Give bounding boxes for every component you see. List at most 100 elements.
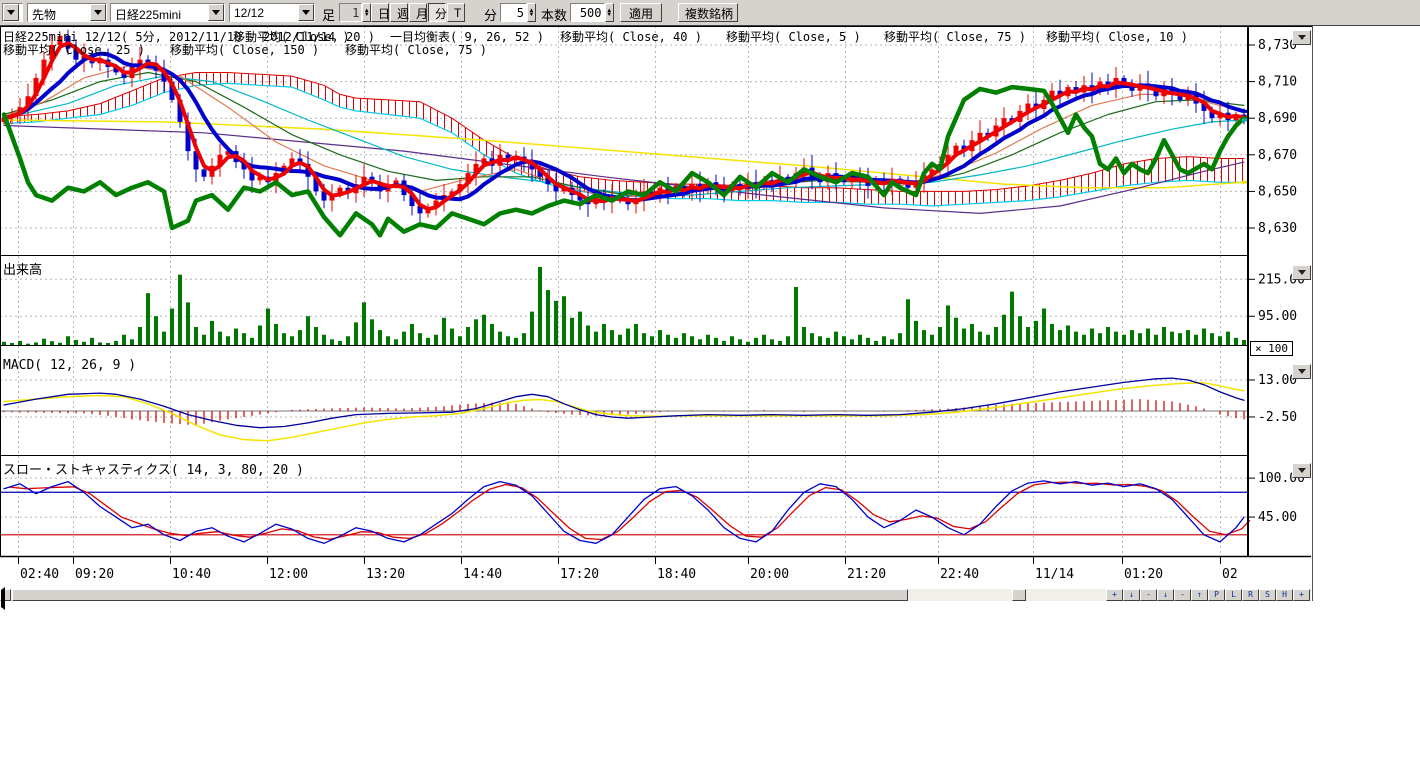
volume-bar: [618, 335, 622, 346]
minute-input[interactable]: [500, 3, 527, 22]
mini-button-1[interactable]: ↓: [1123, 589, 1140, 601]
price-axis-label: 8,670: [1258, 148, 1297, 163]
volume-bar: [394, 339, 398, 345]
legend-ma5: 移動平均( Close, 5 ): [726, 28, 861, 45]
volume-bar: [210, 321, 214, 346]
mini-button-5[interactable]: ↑: [1191, 589, 1208, 601]
price-panel-dropdown-button[interactable]: [1292, 30, 1311, 45]
x-axis-label: 14:40: [463, 567, 502, 582]
bars-input[interactable]: [570, 3, 605, 22]
volume-bar: [1138, 333, 1142, 345]
volume-bar: [690, 336, 694, 345]
volume-bar: [954, 318, 958, 346]
volume-bar: [1154, 335, 1158, 346]
volume-bar: [1098, 333, 1102, 345]
scrollbar-thumb[interactable]: [12, 589, 908, 601]
contract-month-select[interactable]: 12/12: [229, 3, 315, 22]
volume-bar: [258, 325, 262, 345]
spinner-arrows-icon[interactable]: ▲▼: [362, 3, 371, 22]
macd-panel-dropdown-button[interactable]: [1292, 364, 1311, 379]
volume-bar: [42, 339, 46, 346]
volume-bar: [1234, 338, 1238, 346]
volume-bar: [546, 290, 550, 345]
volume-bar: [170, 309, 174, 346]
mini-button-2[interactable]: -: [1140, 589, 1157, 601]
volume-bar: [386, 336, 390, 345]
mini-dropdown[interactable]: [2, 3, 23, 22]
volume-bar: [66, 336, 70, 345]
market-select[interactable]: 先物: [27, 3, 107, 22]
volume-bar: [650, 336, 654, 345]
period-minute-button[interactable]: 分: [428, 3, 446, 22]
mini-button-8[interactable]: R: [1242, 589, 1259, 601]
volume-bar: [698, 339, 702, 345]
volume-bar: [722, 341, 726, 346]
x-axis-label: 13:20: [366, 567, 405, 582]
period-tick-button[interactable]: T: [447, 3, 465, 22]
multi-symbol-button[interactable]: 複数銘柄: [678, 3, 738, 22]
scroll-left-button[interactable]: [0, 589, 11, 601]
x-axis-label: 11/14: [1035, 567, 1074, 582]
horizontal-scrollbar[interactable]: +↓-↓-↑PLRSH+: [0, 589, 1311, 601]
scrollbar-splitter[interactable]: [1012, 589, 1026, 601]
stoch-axis-label: 45.00: [1258, 510, 1297, 525]
mini-button-10[interactable]: H: [1276, 589, 1293, 601]
volume-bar: [498, 332, 502, 346]
dropdown-arrow-icon[interactable]: [208, 4, 224, 21]
chart-canvas[interactable]: 8,7308,7108,6908,6708,6508,630215.0095.0…: [0, 26, 1318, 601]
volume-panel-label: 出来高: [3, 259, 42, 278]
mini-button-7[interactable]: L: [1225, 589, 1242, 601]
volume-bar: [306, 316, 310, 345]
mini-button-0[interactable]: +: [1106, 589, 1123, 601]
x-axis-label: 02:40: [20, 567, 59, 582]
volume-bar: [1194, 335, 1198, 346]
volume-bar: [530, 312, 534, 346]
volume-bar: [234, 329, 238, 346]
minute-spinner[interactable]: ▲▼: [500, 3, 536, 22]
volume-bar: [930, 335, 934, 346]
volume-panel-dropdown-button[interactable]: [1292, 265, 1311, 280]
mini-button-11[interactable]: +: [1293, 589, 1310, 601]
volume-bar: [562, 296, 566, 345]
spinner-arrows-icon[interactable]: ▲▼: [605, 3, 615, 22]
period-month-button[interactable]: 月: [409, 3, 427, 22]
dropdown-arrow-icon[interactable]: [90, 4, 106, 21]
arrow-left-icon: [1, 587, 5, 610]
dropdown-arrow-icon[interactable]: [298, 4, 314, 21]
toolbar: 先物 日経225mini 12/12 足 ▲▼ 日 週 月 分 T 分 ▲▼ 本…: [0, 0, 1420, 26]
dropdown-arrow-icon[interactable]: [3, 4, 19, 21]
mini-button-4[interactable]: -: [1174, 589, 1191, 601]
macd-axis-label: -2.50: [1258, 410, 1297, 425]
interval-input[interactable]: [339, 3, 362, 22]
spinner-arrows-icon[interactable]: ▲▼: [527, 3, 536, 22]
volume-bar: [1210, 333, 1214, 345]
period-week-button[interactable]: 週: [390, 3, 408, 22]
volume-bar: [274, 324, 278, 346]
volume-bar: [1042, 309, 1046, 346]
instrument-select[interactable]: 日経225mini: [110, 3, 225, 22]
volume-bar: [802, 327, 806, 345]
mini-button-9[interactable]: S: [1259, 589, 1276, 601]
volume-bar: [970, 324, 974, 346]
bars-spinner[interactable]: ▲▼: [570, 3, 614, 22]
macd-line: [4, 378, 1244, 428]
volume-bar: [762, 335, 766, 346]
volume-bar: [338, 341, 342, 346]
volume-bar: [522, 333, 526, 345]
volume-bar: [570, 318, 574, 346]
interval-spinner[interactable]: ▲▼: [339, 3, 371, 22]
macd-panel-label: MACD( 12, 26, 9 ): [3, 358, 136, 373]
volume-bar: [554, 301, 558, 346]
volume-bar: [90, 338, 94, 346]
stoch-panel-dropdown-button[interactable]: [1292, 463, 1311, 478]
mini-button-3[interactable]: ↓: [1157, 589, 1174, 601]
apply-button[interactable]: 適用: [620, 3, 662, 22]
volume-bar: [1170, 332, 1174, 346]
volume-bar: [1050, 324, 1054, 346]
period-day-button[interactable]: 日: [371, 3, 389, 22]
macd-signal-line: [4, 383, 1244, 441]
volume-bar: [18, 341, 22, 346]
volume-bar: [962, 329, 966, 346]
volume-bar: [1066, 325, 1070, 345]
mini-button-6[interactable]: P: [1208, 589, 1225, 601]
